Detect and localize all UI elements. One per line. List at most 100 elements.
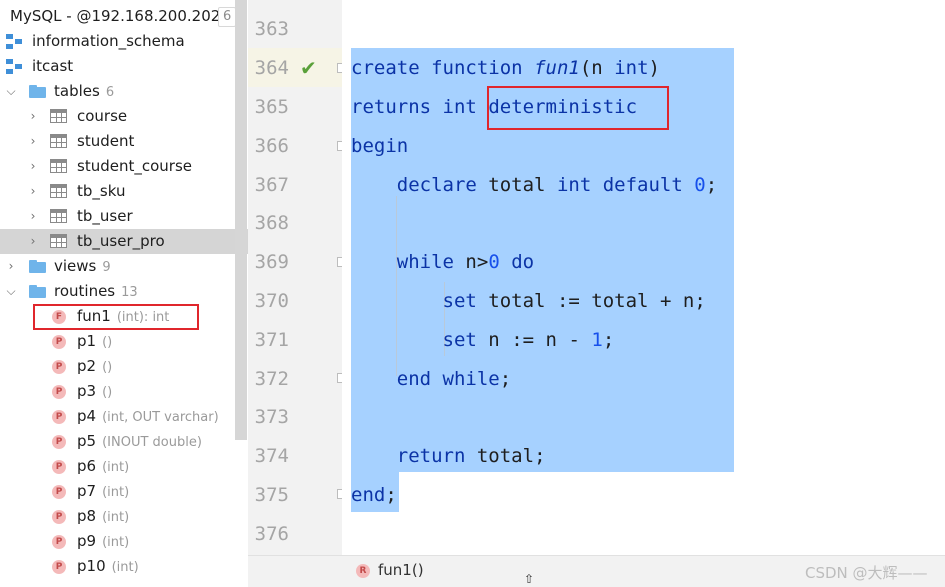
chevron-right-icon[interactable]: › [27, 129, 39, 154]
routine-name: p9 [77, 532, 97, 550]
procedure-icon: P [52, 385, 66, 399]
routine-name: p1 [77, 332, 97, 350]
tree-node-procedure[interactable]: P p1 () [0, 329, 248, 354]
chevron-right-icon[interactable]: › [27, 154, 39, 179]
code-line-375: end; [351, 484, 397, 506]
editor-breadcrumb-bar: R fun1() ⇧ CSDN @大辉—— [248, 555, 945, 587]
tree-node-table[interactable]: › tb_user [0, 204, 248, 229]
tree-node-information-schema[interactable]: information_schema [0, 29, 248, 54]
line-number-gutter: 363 364 365 366 367 368 369 370 371 372 … [248, 0, 347, 555]
tree-node-table[interactable]: › tb_sku [0, 179, 248, 204]
code-line-374: return total; [396, 445, 546, 467]
tree-node-procedure[interactable]: P p3 () [0, 379, 248, 404]
table-icon [50, 184, 67, 198]
connection-header[interactable]: MySQL - @192.168.200.202 6 [0, 4, 248, 28]
tree-node-procedure[interactable]: P p2 () [0, 354, 248, 379]
routine-signature: (int, OUT varchar) [102, 410, 219, 425]
tree-node-table[interactable]: › student_course [0, 154, 248, 179]
chevron-right-icon[interactable]: › [27, 204, 39, 229]
breadcrumb[interactable]: fun1() [378, 561, 424, 579]
tree-node-count: 9 [102, 260, 111, 275]
procedure-icon: P [52, 435, 66, 449]
routine-signature: (INOUT double) [102, 435, 202, 450]
tree-node-procedure[interactable]: P p8 (int) [0, 504, 248, 529]
line-number: 373 [254, 406, 289, 428]
line-number: 376 [254, 523, 289, 545]
folder-icon [29, 85, 46, 98]
tree-node-procedure[interactable]: P p4 (int, OUT varchar) [0, 404, 248, 429]
line-number: 369 [254, 251, 289, 273]
code-line-371: set n := n - 1; [442, 329, 615, 351]
tree-node-itcast[interactable]: itcast [0, 54, 248, 79]
line-number: 366 [254, 135, 289, 157]
routine-signature: (int) [102, 460, 130, 475]
routine-signature: (int) [102, 485, 130, 500]
chevron-right-icon[interactable]: › [27, 179, 39, 204]
routine-name: p3 [77, 382, 97, 400]
tree-node-table[interactable]: › student [0, 129, 248, 154]
routine-signature: (int) [102, 510, 130, 525]
tree-node-procedure[interactable]: P p5 (INOUT double) [0, 429, 248, 454]
routine-signature: () [102, 385, 113, 400]
tree-node-table[interactable]: › course [0, 104, 248, 129]
tree-node-label: student_course [77, 157, 192, 175]
line-number: 370 [254, 290, 289, 312]
sidebar-scrollbar[interactable] [235, 0, 247, 440]
tree-node-procedure[interactable]: P p9 (int) [0, 529, 248, 554]
line-number: 374 [254, 445, 289, 467]
routine-icon: R [356, 564, 370, 578]
tree-node-label: views [54, 257, 97, 275]
line-number: 375 [254, 484, 289, 506]
table-icon [50, 209, 67, 223]
chevron-right-icon[interactable]: › [5, 254, 17, 279]
procedure-icon: P [52, 460, 66, 474]
watermark: CSDN @大辉—— [805, 564, 928, 582]
table-icon [50, 159, 67, 173]
procedure-icon: P [52, 485, 66, 499]
line-number: 371 [254, 329, 289, 351]
database-icon [6, 34, 24, 50]
tree-node-tables[interactable]: ⌵ tables 6 [0, 79, 248, 104]
code-area[interactable]: create function fun1(n int) returns int … [342, 0, 945, 555]
line-number: 365 [254, 96, 289, 118]
procedure-icon: P [52, 360, 66, 374]
code-line-367: declare total int default 0; [396, 174, 718, 196]
tree-node-routines[interactable]: ⌵ routines 13 [0, 279, 248, 304]
database-icon [6, 59, 24, 75]
tree-node-count: 13 [121, 285, 138, 300]
tree-node-procedure[interactable]: P p10 (int) [0, 554, 248, 579]
routine-name: p2 [77, 357, 97, 375]
routine-signature: () [102, 335, 113, 350]
chevron-down-icon[interactable]: ⌵ [5, 79, 17, 104]
checkmark-icon: ✔ [300, 56, 317, 80]
line-number: 372 [254, 368, 289, 390]
line-number: 363 [254, 18, 289, 40]
table-icon [50, 234, 67, 248]
code-line-370: set total := total + n; [442, 290, 706, 312]
connection-count-badge: 6 [218, 7, 237, 27]
chevron-down-icon[interactable]: ⌵ [5, 279, 17, 304]
code-line-369: while n>0 do [396, 251, 535, 273]
fun1-highlight-box [33, 304, 199, 330]
database-explorer: MySQL - @192.168.200.202 6 information_s… [0, 0, 248, 587]
chevron-right-icon[interactable]: › [27, 229, 39, 254]
code-editor[interactable]: 363 364 365 366 367 368 369 370 371 372 … [248, 0, 945, 587]
routine-name: p7 [77, 482, 97, 500]
tree-node-label: tb_user_pro [77, 232, 165, 250]
code-line-372: end while; [396, 368, 512, 390]
tree-node-table-selected[interactable]: › tb_user_pro [0, 229, 248, 254]
tree-node-procedure[interactable]: P p7 (int) [0, 479, 248, 504]
tree-node-label: information_schema [32, 32, 185, 50]
chevron-right-icon[interactable]: › [27, 104, 39, 129]
tree-node-views[interactable]: › views 9 [0, 254, 248, 279]
tree-node-procedure[interactable]: P p6 (int) [0, 454, 248, 479]
procedure-icon: P [52, 335, 66, 349]
tree-node-label: tb_user [77, 207, 133, 225]
routine-signature: (int) [111, 560, 139, 575]
tree-node-label: itcast [32, 57, 74, 75]
table-icon [50, 109, 67, 123]
mouse-cursor-icon: ⇧ [524, 572, 535, 586]
procedure-icon: P [52, 410, 66, 424]
folder-icon [29, 260, 46, 273]
code-line-364: create function fun1(n int) [351, 57, 660, 79]
